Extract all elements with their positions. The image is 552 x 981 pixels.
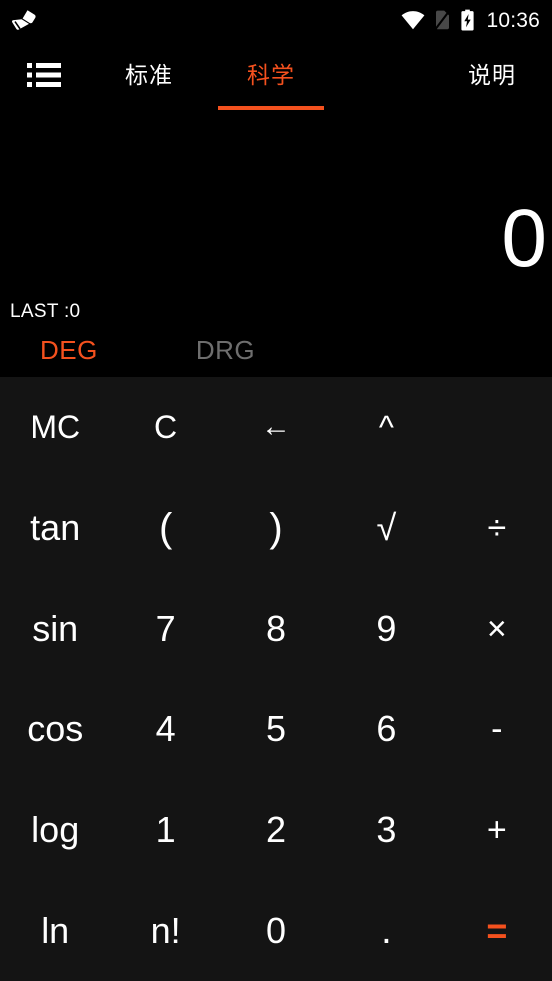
no-sim-icon xyxy=(434,9,452,31)
list-menu-icon xyxy=(25,60,63,90)
key-label: MC xyxy=(30,409,81,446)
tab-bar: 标准 科学 说明 xyxy=(0,40,552,110)
key-backspace[interactable]: ← xyxy=(221,377,331,478)
key-clear[interactable]: C xyxy=(110,377,220,478)
keypad-row: tan ( ) √ ÷ xyxy=(0,478,552,579)
key-6[interactable]: 6 xyxy=(331,679,441,780)
key-4[interactable]: 4 xyxy=(110,679,220,780)
key-label: . xyxy=(381,909,392,952)
help-button[interactable]: 说明 xyxy=(442,40,552,110)
key-label: 9 xyxy=(376,607,397,649)
expression-area: 0 xyxy=(0,110,552,302)
key-8[interactable]: 8 xyxy=(221,578,331,679)
calculator-display: 0 LAST :0 DEG DRG xyxy=(0,110,552,377)
tab-standard-label: 标准 xyxy=(125,61,173,88)
key-5[interactable]: 5 xyxy=(221,679,331,780)
mode-deg[interactable]: DEG xyxy=(40,337,98,363)
key-log[interactable]: log xyxy=(0,780,110,881)
keypad: MC C ← ^ tan ( ) √ ÷ sin 7 8 9 × cos 4 5… xyxy=(0,377,552,981)
key-3[interactable]: 3 xyxy=(331,780,441,881)
key-label: ^ xyxy=(378,409,394,446)
key-label: cos xyxy=(27,708,84,750)
status-bar-left xyxy=(8,8,38,32)
key-label: 2 xyxy=(266,809,287,851)
key-label: + xyxy=(486,811,507,850)
help-label: 说明 xyxy=(468,61,516,88)
key-equals[interactable]: = xyxy=(442,880,552,981)
keypad-row: ln n! 0 . = xyxy=(0,880,552,981)
key-label: 7 xyxy=(155,607,176,649)
calculator-app: 10:36 标准 科学 说明 0 LAST:0 DEG DRG MC C ← … xyxy=(0,0,552,981)
key-label: - xyxy=(491,710,503,749)
status-bar-right: 10:36 xyxy=(401,9,540,31)
display-main-value[interactable]: 0 xyxy=(501,198,547,280)
angle-mode-row: DEG DRG xyxy=(0,337,552,377)
key-sqrt[interactable]: √ xyxy=(331,478,441,579)
key-plus[interactable]: + xyxy=(442,780,552,881)
key-label: ( xyxy=(158,506,173,550)
keypad-row: log 1 2 3 + xyxy=(0,780,552,881)
wifi-icon xyxy=(401,10,425,30)
key-7[interactable]: 7 xyxy=(110,578,220,679)
key-tan[interactable]: tan xyxy=(0,478,110,579)
key-label: 8 xyxy=(266,607,287,649)
key-sin[interactable]: sin xyxy=(0,578,110,679)
key-1[interactable]: 1 xyxy=(110,780,220,881)
key-label: n! xyxy=(150,909,181,951)
keypad-row: sin 7 8 9 × xyxy=(0,578,552,679)
tab-bar-spacer xyxy=(332,40,442,110)
key-open-paren[interactable]: ( xyxy=(110,478,220,579)
key-ln[interactable]: ln xyxy=(0,880,110,981)
key-label: 1 xyxy=(155,809,176,851)
key-power[interactable]: ^ xyxy=(331,377,441,478)
key-label: 3 xyxy=(376,809,397,851)
key-label: tan xyxy=(30,507,81,548)
key-factorial[interactable]: n! xyxy=(110,880,220,981)
mode-drg[interactable]: DRG xyxy=(196,337,255,363)
tab-standard[interactable]: 标准 xyxy=(88,40,210,110)
key-label: log xyxy=(31,809,80,851)
key-label: sin xyxy=(32,607,79,649)
key-multiply[interactable]: × xyxy=(442,578,552,679)
brush-icon xyxy=(8,8,38,32)
key-label: C xyxy=(154,409,178,446)
key-mc[interactable]: MC xyxy=(0,377,110,478)
tab-scientific[interactable]: 科学 xyxy=(210,40,332,110)
key-divide[interactable]: ÷ xyxy=(442,478,552,579)
key-label: 0 xyxy=(266,909,287,951)
battery-charging-icon xyxy=(460,9,475,31)
key-minus[interactable]: - xyxy=(442,679,552,780)
key-0[interactable]: 0 xyxy=(221,880,331,981)
key-label: ← xyxy=(261,410,292,444)
menu-button[interactable] xyxy=(0,40,88,110)
status-bar-clock: 10:36 xyxy=(486,8,540,32)
key-label: × xyxy=(486,609,507,648)
status-bar: 10:36 xyxy=(0,0,552,40)
keypad-row: MC C ← ^ xyxy=(0,377,552,478)
key-2[interactable]: 2 xyxy=(221,780,331,881)
key-cos[interactable]: cos xyxy=(0,679,110,780)
last-result-label: LAST :0 xyxy=(10,301,81,322)
key-label: 4 xyxy=(155,708,176,750)
key-label: ln xyxy=(41,909,70,951)
keypad-row: cos 4 5 6 - xyxy=(0,679,552,780)
key-placeholder xyxy=(442,377,552,478)
key-label: 6 xyxy=(376,708,397,750)
key-decimal-point[interactable]: . xyxy=(331,880,441,981)
key-label: √ xyxy=(376,507,397,548)
key-label: = xyxy=(486,909,508,951)
key-label: 5 xyxy=(266,708,287,750)
key-label: ) xyxy=(269,506,283,550)
key-9[interactable]: 9 xyxy=(331,578,441,679)
key-label: ÷ xyxy=(487,509,507,547)
tab-scientific-label: 科学 xyxy=(247,61,295,88)
key-close-paren[interactable]: ) xyxy=(221,478,331,579)
